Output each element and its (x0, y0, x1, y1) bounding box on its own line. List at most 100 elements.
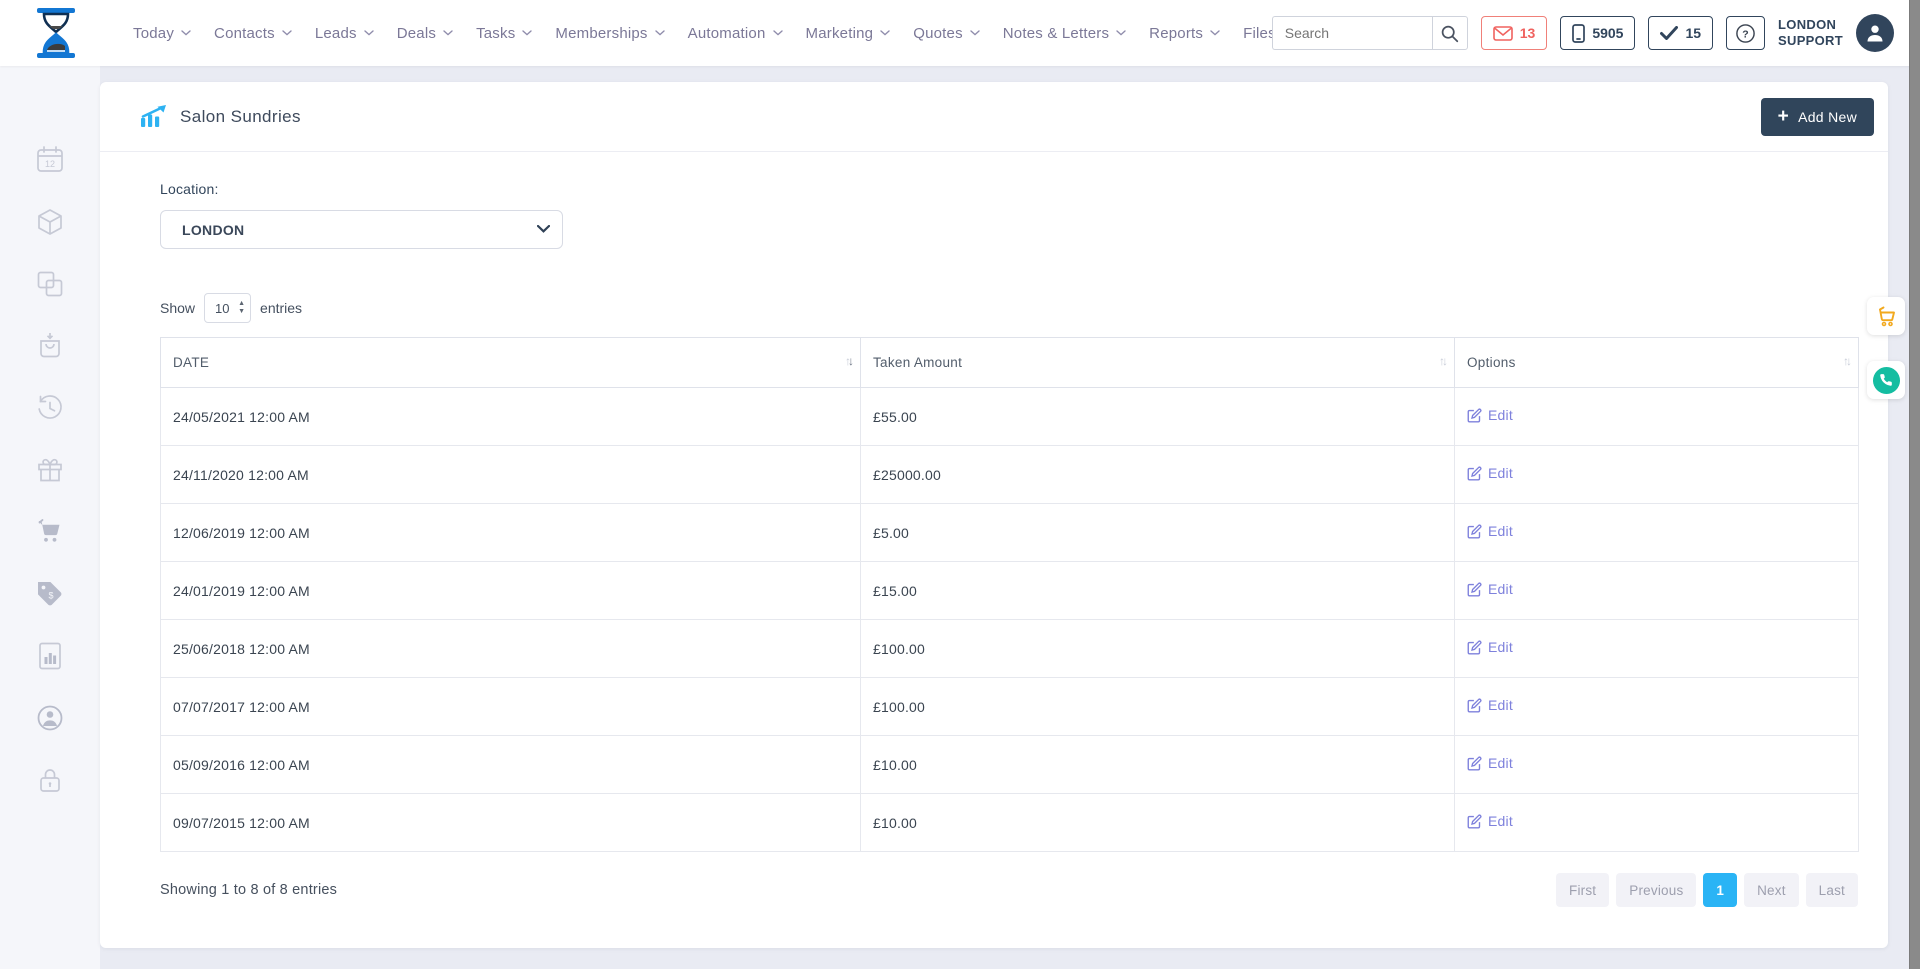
question-circle-icon: ? (1735, 23, 1756, 44)
edit-link[interactable]: Edit (1467, 523, 1513, 539)
date-cell: 05/09/2016 12:00 AM (161, 736, 861, 794)
sidebar-item-pricing[interactable]: $ (32, 576, 68, 612)
sort-icon: ↑↓ (1439, 354, 1445, 368)
amount-cell: £25000.00 (861, 446, 1455, 504)
nav-item[interactable]: Contacts (214, 25, 292, 42)
page-length-select[interactable]: 10 (204, 293, 251, 323)
nav-item[interactable]: Deals (397, 25, 453, 42)
person-icon (1863, 21, 1887, 45)
edit-pencil-icon (1467, 698, 1482, 713)
copy-icon (35, 269, 65, 299)
nav-item-label: Deals (397, 25, 436, 42)
table-row: 24/01/2019 12:00 AM £15.00 Edit (161, 562, 1859, 620)
nav-item[interactable]: Automation (688, 25, 783, 42)
cart-float-button[interactable] (1867, 297, 1905, 335)
date-cell: 07/07/2017 12:00 AM (161, 678, 861, 736)
nav-item[interactable]: Leads (315, 25, 374, 42)
pagination-first[interactable]: First (1556, 873, 1609, 907)
sidebar-item-gift-vouchers[interactable] (32, 452, 68, 488)
sidebar-item-orders[interactable] (32, 328, 68, 364)
left-sidebar: 12 (0, 66, 100, 969)
user-circle-icon (35, 703, 65, 733)
pagination-page-1[interactable]: 1 (1703, 873, 1737, 907)
date-cell: 24/01/2019 12:00 AM (161, 562, 861, 620)
options-cell: Edit (1455, 388, 1859, 446)
nav-item[interactable]: Today (133, 25, 191, 42)
messages-button[interactable]: 13 (1481, 16, 1548, 50)
table-row: 12/06/2019 12:00 AM £5.00 Edit (161, 504, 1859, 562)
date-cell: 12/06/2019 12:00 AM (161, 504, 861, 562)
edit-link[interactable]: Edit (1467, 581, 1513, 597)
calls-button[interactable]: 5905 (1560, 16, 1635, 50)
table-row: 25/06/2018 12:00 AM £100.00 Edit (161, 620, 1859, 678)
date-cell: 24/11/2020 12:00 AM (161, 446, 861, 504)
nav-item-label: Automation (688, 25, 766, 42)
amount-cell: £100.00 (861, 678, 1455, 736)
pagination-last[interactable]: Last (1806, 873, 1858, 907)
sidebar-item-duplicates[interactable] (32, 266, 68, 302)
sidebar-item-reports[interactable] (32, 638, 68, 674)
sidebar-item-products[interactable] (32, 204, 68, 240)
edit-link[interactable]: Edit (1467, 697, 1513, 713)
messages-count: 13 (1520, 25, 1536, 41)
table-row: 24/05/2021 12:00 AM £55.00 Edit (161, 388, 1859, 446)
nav-item[interactable]: Notes & Letters (1003, 25, 1126, 42)
plus-icon: + (1778, 107, 1789, 126)
search-input[interactable] (1272, 16, 1432, 50)
column-header-taken-amount[interactable]: Taken Amount ↑↓ (861, 338, 1455, 388)
nav-item-label: Contacts (214, 25, 275, 42)
nav-item[interactable]: Reports (1149, 25, 1220, 42)
edit-pencil-icon (1467, 814, 1482, 829)
nav-item[interactable]: Memberships (555, 25, 664, 42)
edit-link[interactable]: Edit (1467, 813, 1513, 829)
location-select[interactable]: LONDON (160, 210, 563, 249)
chevron-down-icon (655, 30, 665, 36)
nav-item[interactable]: Tasks (476, 25, 532, 42)
sidebar-item-security[interactable] (32, 762, 68, 798)
sidebar-item-calendar[interactable]: 12 (32, 142, 68, 178)
sidebar-item-account[interactable] (32, 700, 68, 736)
amount-cell: £15.00 (861, 562, 1455, 620)
main-panel: Salon Sundries + Add New Location: LONDO… (100, 82, 1888, 948)
tasks-count: 15 (1685, 25, 1701, 41)
add-new-button[interactable]: + Add New (1761, 98, 1874, 136)
svg-text:?: ? (1742, 28, 1748, 40)
phone-float-button[interactable] (1867, 361, 1905, 399)
page-title: Salon Sundries (180, 107, 301, 127)
edit-pencil-icon (1467, 640, 1482, 655)
chevron-down-icon (522, 30, 532, 36)
table-row: 09/07/2015 12:00 AM £10.00 Edit (161, 794, 1859, 852)
app-logo[interactable] (30, 6, 82, 65)
search-button[interactable] (1432, 16, 1468, 50)
calendar-icon: 12 (35, 145, 65, 175)
user-avatar[interactable] (1856, 14, 1894, 52)
sidebar-item-cart[interactable] (32, 514, 68, 550)
edit-pencil-icon (1467, 524, 1482, 539)
nav-item-label: Leads (315, 25, 357, 42)
edit-link[interactable]: Edit (1467, 639, 1513, 655)
column-header-date[interactable]: DATE ↑↓ (161, 338, 861, 388)
table-header-row: DATE ↑↓ Taken Amount ↑↓ Options ↑↓ (161, 338, 1859, 388)
location-label: Location: (160, 181, 1858, 197)
chevron-down-icon (880, 30, 890, 36)
checkmark-icon (1660, 26, 1678, 40)
show-label: Show (160, 300, 195, 316)
sort-icon: ↑↓ (845, 354, 851, 368)
help-button[interactable]: ? (1726, 16, 1765, 50)
edit-link[interactable]: Edit (1467, 407, 1513, 423)
sort-icon: ↑↓ (1843, 354, 1849, 368)
sidebar-item-history[interactable] (32, 390, 68, 426)
nav-item[interactable]: Marketing (806, 25, 891, 42)
edit-link[interactable]: Edit (1467, 465, 1513, 481)
vertical-scrollbar[interactable] (1909, 0, 1920, 969)
pagination-next[interactable]: Next (1744, 873, 1799, 907)
nav-item[interactable]: Quotes (913, 25, 980, 42)
options-cell: Edit (1455, 620, 1859, 678)
edit-link[interactable]: Edit (1467, 755, 1513, 771)
column-header-options[interactable]: Options ↑↓ (1455, 338, 1859, 388)
date-cell: 09/07/2015 12:00 AM (161, 794, 861, 852)
chevron-down-icon (443, 30, 453, 36)
entries-summary: Showing 1 to 8 of 8 entries (160, 882, 337, 898)
pagination-previous[interactable]: Previous (1616, 873, 1696, 907)
tasks-button[interactable]: 15 (1648, 16, 1713, 50)
